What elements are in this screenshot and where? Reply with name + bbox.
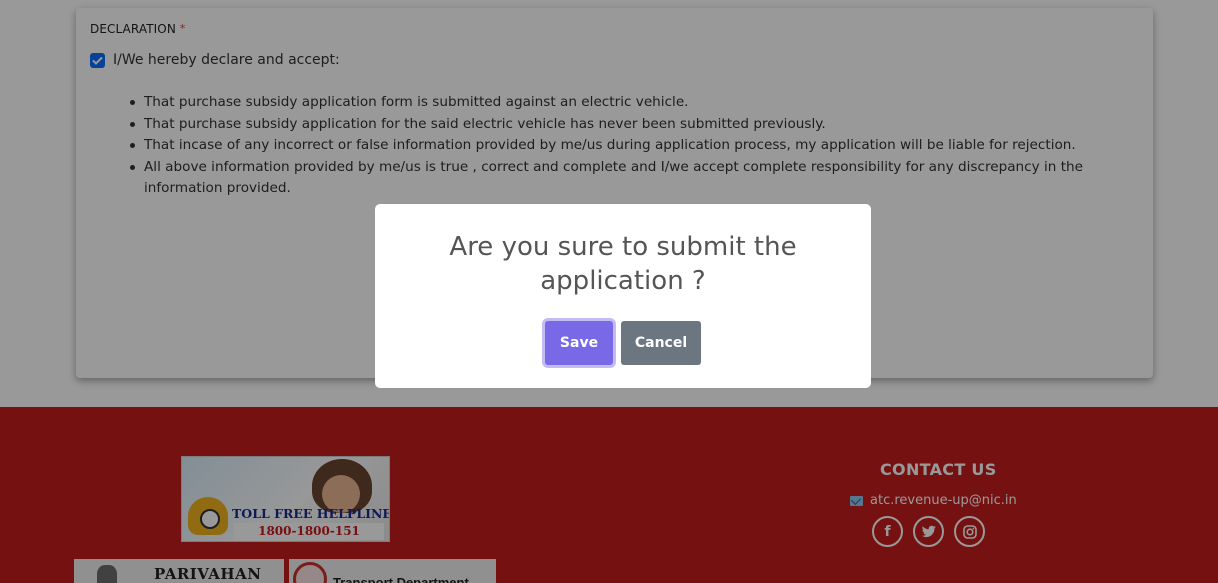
dialog-actions: Save Cancel bbox=[375, 321, 871, 365]
cancel-button[interactable]: Cancel bbox=[621, 321, 701, 365]
save-button[interactable]: Save bbox=[545, 321, 613, 365]
dialog-title: Are you sure to submit the application ? bbox=[449, 232, 797, 296]
confirm-submit-dialog: Are you sure to submit the application ?… bbox=[375, 204, 871, 388]
